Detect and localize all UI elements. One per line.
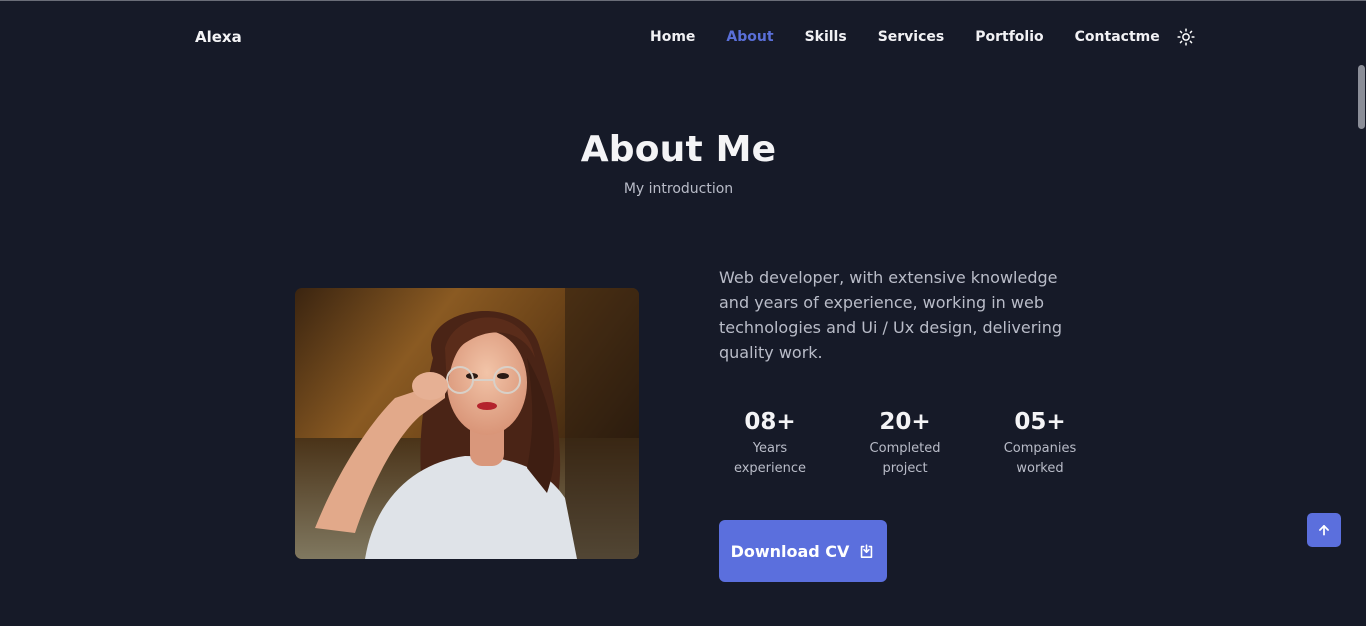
stat-label-line: Completed — [869, 441, 941, 456]
scrollbar[interactable] — [1357, 1, 1366, 626]
stat-companies: 05+ Companies worked — [973, 407, 1107, 479]
sun-icon[interactable] — [1177, 28, 1195, 46]
nav-about[interactable]: About — [726, 29, 773, 45]
stat-value: 08+ — [744, 409, 796, 435]
nav-skills[interactable]: Skills — [805, 29, 847, 45]
stat-label-line: worked — [1016, 461, 1064, 476]
main-nav: Home About Skills Services Portfolio Con… — [650, 28, 1195, 46]
section-subtitle: My introduction — [623, 181, 734, 197]
stat-label-line: project — [882, 461, 928, 476]
stat-projects: 20+ Completed project — [838, 407, 972, 479]
stat-value: 20+ — [879, 409, 931, 435]
scroll-up-button[interactable] — [1307, 513, 1341, 547]
download-cv-button[interactable]: Download CV — [719, 520, 887, 582]
stat-label-line: Companies — [1003, 441, 1077, 456]
download-icon — [858, 543, 875, 560]
nav-contactme[interactable]: Contactme — [1075, 29, 1160, 45]
stat-label: Completed project — [838, 439, 972, 479]
stat-value: 05+ — [1014, 409, 1066, 435]
nav-portfolio[interactable]: Portfolio — [975, 29, 1043, 45]
profile-photo — [295, 288, 639, 559]
section-title: About Me — [580, 129, 777, 170]
stat-label-line: Years — [752, 441, 788, 456]
stats: 08+ Years experience 20+ Completed proje… — [703, 407, 1108, 479]
page: Alexa Home About Skills Services Portfol… — [0, 0, 1366, 626]
nav-services[interactable]: Services — [878, 29, 945, 45]
nav-home[interactable]: Home — [650, 29, 695, 45]
scrollbar-thumb[interactable] — [1358, 65, 1365, 129]
download-cv-label: Download CV — [730, 541, 850, 561]
arrow-up-icon — [1317, 523, 1331, 537]
about-description: Web developer, with extensive knowledge … — [719, 268, 1063, 362]
stat-label: Companies worked — [973, 439, 1107, 479]
stat-label-line: experience — [733, 461, 807, 476]
stat-years: 08+ Years experience — [703, 407, 837, 479]
stat-label: Years experience — [703, 439, 837, 479]
logo[interactable]: Alexa — [195, 28, 242, 46]
